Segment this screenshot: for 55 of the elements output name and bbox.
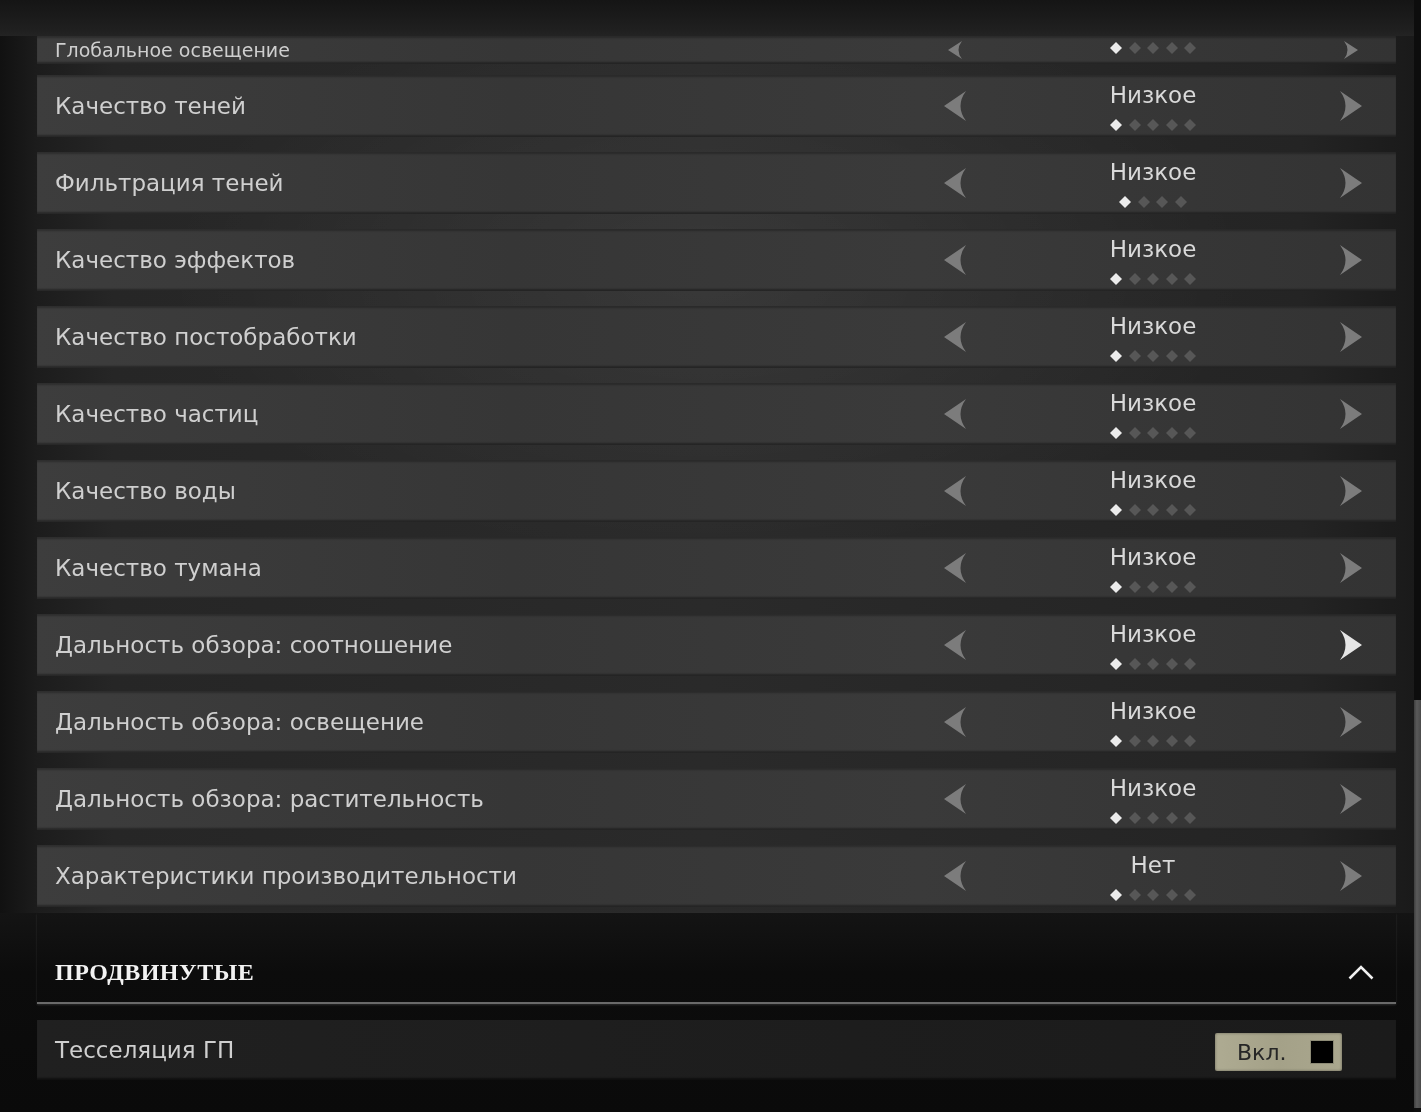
- setting-label: Глобальное освещение: [55, 38, 290, 62]
- setting-value: Низкое: [1109, 312, 1197, 340]
- previous-arrow-icon[interactable]: [944, 245, 966, 275]
- previous-arrow-icon[interactable]: [944, 476, 966, 506]
- setting-value: Низкое: [1109, 81, 1197, 109]
- setting-row[interactable]: Характеристики производительности Нет: [37, 845, 1396, 907]
- scrollbar-thumb[interactable]: [1414, 700, 1421, 1108]
- setting-row[interactable]: Тесселяция ГП Вкл.: [37, 1020, 1396, 1080]
- setting-row[interactable]: Дальность обзора: растительность Низкое: [37, 768, 1396, 830]
- setting-value: Низкое: [1109, 774, 1197, 802]
- setting-label: Дальность обзора: освещение: [55, 708, 425, 737]
- setting-row[interactable]: Качество воды Низкое: [37, 460, 1396, 522]
- previous-arrow-icon[interactable]: [944, 399, 966, 429]
- setting-label: Характеристики производительности: [55, 862, 517, 891]
- next-arrow-icon[interactable]: [1340, 630, 1362, 660]
- section-title: ПРОДВИНУТЫЕ: [55, 958, 255, 986]
- setting-label: Дальность обзора: растительность: [55, 785, 484, 814]
- setting-value: Низкое: [1109, 389, 1197, 417]
- setting-value: Низкое: [1109, 158, 1197, 186]
- setting-row[interactable]: Качество тумана Низкое: [37, 537, 1396, 599]
- setting-label: Тесселяция ГП: [55, 1036, 235, 1065]
- setting-value: Нет: [1130, 851, 1176, 879]
- setting-row[interactable]: Дальность обзора: освещение Низкое: [37, 691, 1396, 753]
- previous-arrow-icon[interactable]: [944, 553, 966, 583]
- previous-arrow-icon[interactable]: [948, 41, 962, 59]
- setting-row[interactable]: Качество теней Низкое: [37, 75, 1396, 137]
- previous-arrow-icon[interactable]: [944, 91, 966, 121]
- previous-arrow-icon[interactable]: [944, 784, 966, 814]
- setting-label: Фильтрация теней: [55, 169, 284, 198]
- setting-row[interactable]: Качество частиц Низкое: [37, 383, 1396, 445]
- previous-arrow-icon[interactable]: [944, 707, 966, 737]
- setting-value: Низкое: [1109, 235, 1197, 263]
- setting-value: Низкое: [1109, 466, 1197, 494]
- setting-label: Качество эффектов: [55, 246, 296, 275]
- setting-value: Низкое: [1109, 697, 1197, 725]
- setting-label: Качество тумана: [55, 554, 262, 583]
- setting-row[interactable]: Дальность обзора: соотношение Низкое: [37, 614, 1396, 676]
- setting-label: Качество постобработки: [55, 323, 357, 352]
- setting-label: Качество воды: [55, 477, 236, 506]
- setting-row[interactable]: Качество эффектов Низкое: [37, 229, 1396, 291]
- setting-value: Низкое: [1109, 543, 1197, 571]
- setting-row[interactable]: Глобальное освещение: [37, 36, 1396, 64]
- setting-label: Дальность обзора: соотношение: [55, 631, 453, 660]
- setting-value: Низкое: [1109, 620, 1197, 648]
- setting-label: Качество частиц: [55, 400, 259, 429]
- chevron-up-icon[interactable]: [1348, 964, 1374, 980]
- setting-label: Качество теней: [55, 92, 246, 121]
- setting-row[interactable]: Качество постобработки Низкое: [37, 306, 1396, 368]
- previous-arrow-icon[interactable]: [944, 322, 966, 352]
- previous-arrow-icon[interactable]: [944, 168, 966, 198]
- toggle-button[interactable]: Вкл.: [1215, 1033, 1342, 1071]
- previous-arrow-icon[interactable]: [944, 861, 966, 891]
- setting-row[interactable]: Фильтрация теней Низкое: [37, 152, 1396, 214]
- scrollbar-track[interactable]: [1414, 0, 1421, 1112]
- previous-arrow-icon[interactable]: [944, 630, 966, 660]
